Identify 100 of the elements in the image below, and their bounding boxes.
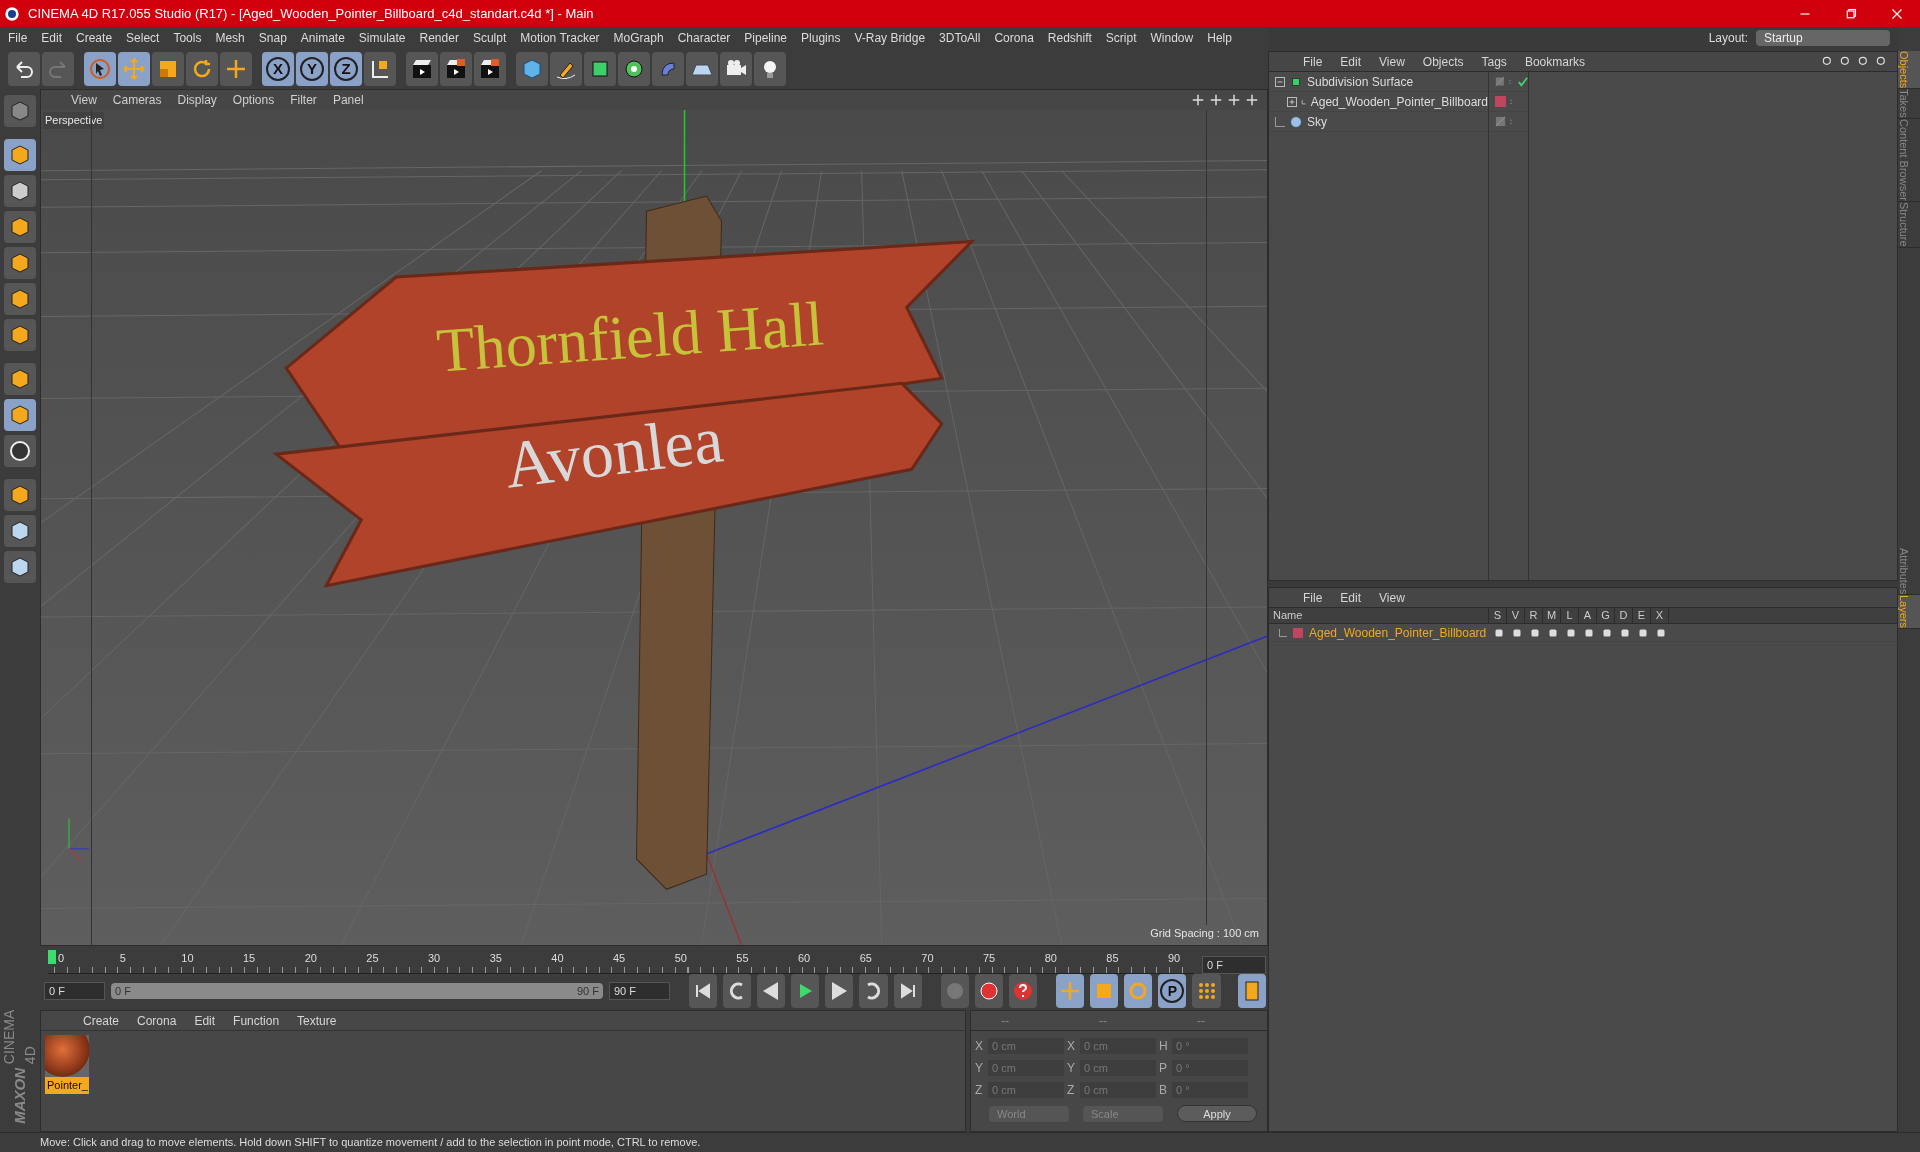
axis-lock-button[interactable]: Y [300,57,324,81]
subdivision-button[interactable] [584,52,616,86]
expand-toggle[interactable] [1287,96,1297,107]
viewport-menu-item[interactable]: View [71,91,97,109]
expand-toggle[interactable] [1275,76,1285,87]
cloner-button[interactable] [618,52,650,86]
render-settings-button[interactable] [474,52,506,86]
menu-item[interactable]: Plugins [801,29,841,47]
texture-mode-button[interactable] [4,175,36,207]
menu-item[interactable]: File [8,29,28,47]
objects-menu-item[interactable]: Bookmarks [1524,52,1585,71]
range-slider[interactable]: 0 F 90 F [110,983,603,999]
menu-item[interactable]: 3DToAll [939,29,981,47]
snap-button[interactable] [4,479,36,511]
pen-button[interactable] [550,52,582,86]
layer-name[interactable]: Aged_Wooden_Pointer_Billboard [1309,623,1487,642]
viewport-menu-item[interactable]: Filter [290,91,317,109]
previous-frame-button[interactable] [757,974,786,1008]
menu-item[interactable]: Edit [41,29,63,47]
layer-none-icon[interactable] [1495,116,1506,127]
floor-button[interactable] [686,52,718,86]
viewport-menu-item[interactable]: Panel [332,91,364,109]
material-preview-swatch[interactable] [45,1035,89,1077]
layers-menu-item[interactable]: Edit [1340,588,1362,607]
previous-key-button[interactable] [723,974,752,1008]
key-scale-button[interactable] [1090,974,1119,1008]
material-menu-item[interactable]: Edit [194,1011,216,1030]
material-menu-item[interactable]: Function [233,1011,280,1030]
menu-item[interactable]: Help [1207,29,1232,47]
apply-button[interactable]: Apply [1177,1105,1257,1122]
app-logo-icon[interactable] [4,5,20,22]
undo-button[interactable] [8,52,40,86]
layers-menu-item[interactable]: File [1303,588,1323,607]
column-header[interactable]: E [1633,607,1651,624]
select-tool-button[interactable] [84,52,116,86]
menu-item[interactable]: Window [1150,29,1194,47]
scale-tool-button[interactable] [152,52,184,86]
layer-none-icon[interactable] [1495,76,1505,87]
key-parameter-button[interactable]: P [1160,979,1185,1003]
key-point-level-button[interactable] [1192,974,1221,1008]
column-header[interactable]: D [1615,607,1633,624]
column-header[interactable]: L [1561,607,1579,624]
menu-item[interactable]: Character [677,29,731,47]
object-name[interactable]: Sky [1307,112,1327,131]
menu-item[interactable]: Mesh [215,29,245,47]
coordinate-system-button[interactable] [364,52,396,86]
end-frame-field[interactable]: 90 F [608,982,670,1000]
objects-menu-item[interactable]: Edit [1340,52,1362,71]
cube-button[interactable] [516,52,548,86]
planar-workplane-button[interactable] [4,551,36,583]
render-view-button[interactable] [406,52,438,86]
menu-item[interactable]: Snap [258,29,287,47]
material-menu-item[interactable]: Corona [137,1011,177,1030]
material-menu-item[interactable]: Create [83,1011,120,1030]
column-header[interactable]: R [1525,607,1543,624]
material-name[interactable]: Pointer_ [45,1077,89,1094]
column-header[interactable]: G [1597,607,1615,624]
axis-lock-button[interactable]: Z [334,57,358,81]
start-frame-field[interactable]: 0 F [44,982,105,1000]
menu-item[interactable]: Redshift [1047,29,1092,47]
workplane-button[interactable] [4,211,36,243]
menu-item[interactable]: Corona [994,29,1034,47]
record-button[interactable] [974,974,1003,1008]
enabled-toggle[interactable] [1518,76,1528,87]
next-key-button[interactable] [859,974,888,1008]
column-header[interactable]: M [1543,607,1561,624]
current-frame-marker[interactable] [48,950,56,964]
objects-menu-item[interactable]: View [1379,52,1405,71]
light-button[interactable] [754,52,786,86]
key-rotation-button[interactable] [1124,974,1153,1008]
object-name[interactable]: Aged_Wooden_Pointer_Billboard [1310,92,1488,111]
menu-item[interactable]: Create [76,29,113,47]
layers-menu-item[interactable]: View [1379,588,1405,607]
axis-mode-button[interactable] [4,363,36,395]
axis-lock-button[interactable]: X [266,57,290,81]
play-button[interactable] [791,974,820,1008]
side-tab[interactable]: Layers [1898,595,1920,630]
menu-item[interactable]: Sculpt [472,29,507,47]
menu-item[interactable]: Animate [300,29,345,47]
timeline-button[interactable] [1237,974,1266,1008]
make-editable-button[interactable] [4,95,36,127]
viewport-menu-item[interactable]: Options [232,91,275,109]
material-menu-item[interactable]: Texture [297,1011,337,1030]
go-to-end-button[interactable] [893,974,922,1008]
menu-item[interactable]: MoGraph [613,29,664,47]
menu-item[interactable]: Script [1105,29,1137,47]
menu-item[interactable]: Render [419,29,459,47]
solo-button[interactable] [4,435,36,467]
help-button[interactable] [1008,974,1037,1008]
camera-button[interactable] [720,52,752,86]
column-header[interactable]: S [1489,607,1507,624]
column-header[interactable]: X [1651,607,1669,624]
menu-item[interactable]: Simulate [358,29,406,47]
sphere-icon[interactable] [1289,114,1303,129]
menu-item[interactable]: Motion Tracker [520,29,600,47]
viewport-menu-item[interactable]: Cameras [112,91,162,109]
objects-menu-item[interactable]: Tags [1481,52,1507,71]
column-header[interactable]: A [1579,607,1597,624]
current-frame-field[interactable]: 0 F [1202,956,1266,974]
object-name[interactable]: Subdivision Surface [1307,72,1414,91]
